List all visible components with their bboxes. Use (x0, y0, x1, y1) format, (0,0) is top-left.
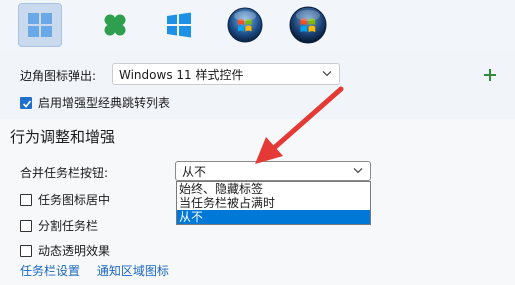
clover-four-leaf-icon (104, 14, 126, 36)
corner-icon-value: Windows 11 样式控件 (119, 67, 244, 82)
merge-taskbar-value: 从不 (182, 164, 207, 179)
center-icons-label: 任务图标居中 (38, 193, 111, 207)
merge-option-always-hide-labels[interactable]: 始终、隐藏标签 (177, 182, 370, 196)
merge-taskbar-options: 始终、隐藏标签 当任务栏被占满时 从不 (176, 181, 371, 225)
start-style-strip (0, 0, 515, 52)
add-button[interactable] (481, 66, 499, 84)
corner-icon-select[interactable]: Windows 11 样式控件 (112, 63, 340, 85)
taskbar-settings-link[interactable]: 任务栏设置 (20, 264, 80, 278)
plus-icon (484, 69, 496, 81)
dynamic-transparency-label: 动态透明效果 (38, 244, 111, 258)
windows11-tiles-icon (28, 13, 52, 37)
windows10-logo-icon (167, 12, 191, 38)
center-icons-checkbox[interactable] (20, 193, 32, 206)
enhanced-jump-list-row[interactable]: 启用增强型经典跳转列表 (20, 94, 170, 111)
chevron-down-icon (322, 70, 332, 77)
center-icons-row[interactable]: 任务图标居中 (20, 191, 110, 208)
notification-icons-link[interactable]: 通知区域图标 (97, 264, 169, 278)
corner-icon-label: 边角图标弹出: (20, 68, 97, 83)
merge-taskbar-select[interactable]: 从不 (175, 161, 371, 181)
windows7-orb-large-icon (289, 6, 327, 44)
split-taskbar-row[interactable]: 分割任务栏 (20, 217, 98, 234)
start-style-windows10-option[interactable] (157, 3, 201, 47)
merge-taskbar-row: 合并任务栏按钮: (20, 164, 108, 181)
start-style-windows7-small-option[interactable] (223, 3, 267, 47)
dynamic-transparency-row[interactable]: 动态透明效果 (20, 242, 110, 259)
windows7-orb-small-icon (227, 7, 263, 43)
split-taskbar-label: 分割任务栏 (38, 219, 99, 233)
enhanced-jump-list-label: 启用增强型经典跳转列表 (38, 96, 171, 110)
checkmark-icon (22, 99, 32, 108)
section-title: 行为调整和增强 (10, 128, 116, 146)
enhanced-jump-list-checkbox[interactable] (20, 96, 32, 109)
merge-taskbar-label: 合并任务栏按钮: (20, 166, 109, 180)
merge-option-when-full[interactable]: 当任务栏被占满时 (177, 196, 370, 210)
start-style-clover-option[interactable] (93, 3, 137, 47)
merge-option-never[interactable]: 从不 (177, 210, 370, 224)
corner-icon-row: 边角图标弹出: (20, 67, 96, 83)
start-style-windows11-option[interactable] (18, 3, 62, 47)
chevron-down-icon (353, 167, 363, 174)
split-taskbar-checkbox[interactable] (20, 219, 32, 232)
dynamic-transparency-checkbox[interactable] (20, 244, 32, 257)
settings-links: 任务栏设置 通知区域图标 (20, 262, 182, 279)
start-style-windows7-large-option[interactable] (286, 3, 330, 47)
